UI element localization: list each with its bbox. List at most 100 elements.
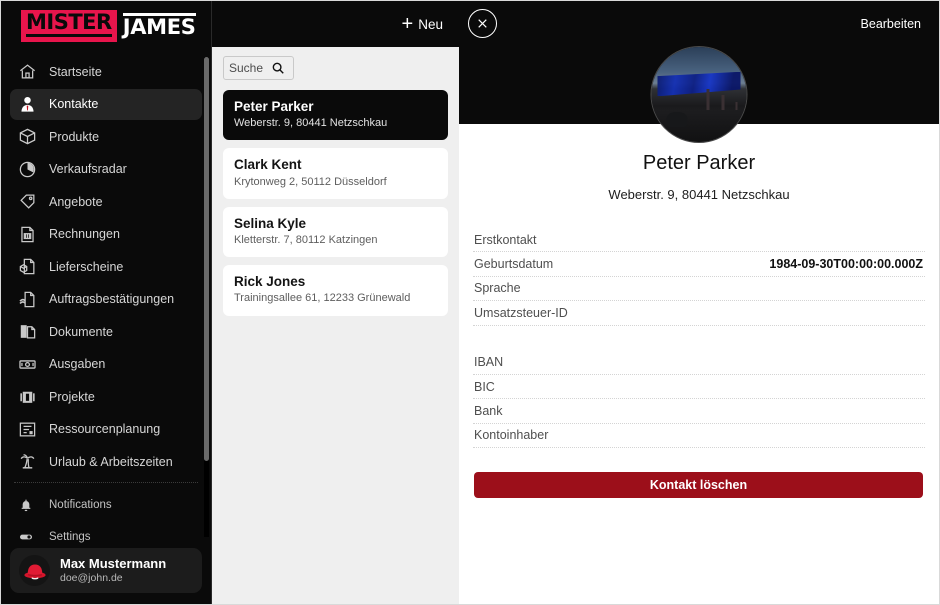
sidebar-item-verkaufsradar[interactable]: Verkaufsradar — [10, 154, 202, 185]
delete-contact-button[interactable]: Kontakt löschen — [474, 472, 923, 499]
bell-icon — [18, 495, 42, 515]
logo-word-mister: MISTER — [26, 10, 112, 34]
field-label: Erstkontakt — [474, 232, 537, 247]
list-item[interactable]: Rick Jones Trainingsallee 61, 12233 Grün… — [223, 265, 448, 316]
sidebar-item-projekte[interactable]: Projekte — [10, 381, 202, 412]
contact-name: Selina Kyle — [234, 215, 307, 231]
logo-underbar — [26, 34, 112, 37]
search-box[interactable] — [223, 56, 294, 80]
contact-address: Weberstr. 9, 80441 Netzschkau — [234, 117, 388, 130]
contact-name: Clark Kent — [234, 157, 302, 173]
list-item[interactable]: Selina Kyle Kletterstr. 7, 80112 Katzing… — [223, 206, 448, 258]
invoice-icon — [18, 224, 42, 244]
sidebar: MISTER JAMES Startseite Kontakte Produkt… — [1, 1, 212, 604]
briefcase-icon — [18, 387, 42, 407]
search-input[interactable] — [229, 61, 271, 75]
sidebar-item-label: Auftragsbestätigungen — [49, 292, 175, 306]
sidebar-item-startseite[interactable]: Startseite — [10, 56, 202, 87]
detail-content: Peter Parker Weberstr. 9, 80441 Netzschk… — [459, 46, 939, 604]
palm-tree-icon — [18, 452, 42, 472]
contact-person-icon — [18, 94, 42, 114]
contact-name: Peter Parker — [234, 99, 314, 114]
sidebar-item-lieferscheine[interactable]: Lieferscheine — [10, 251, 202, 282]
pie-chart-icon — [18, 159, 42, 179]
banknote-icon — [18, 354, 42, 374]
contact-detail-panel: Bearbeiten Peter Parker Weberstr. 9, 804… — [459, 1, 939, 604]
new-contact-button[interactable]: + Neu — [396, 13, 449, 36]
avatar — [19, 555, 50, 586]
sidebar-item-ressourcenplanung[interactable]: Ressourcenplanung — [10, 414, 202, 445]
sidebar-item-label: Angebote — [49, 194, 103, 209]
detail-fields-group-general: Erstkontakt Geburtsdatum 1984-09-30T00:0… — [473, 228, 925, 326]
sidebar-item-dokumente[interactable]: Dokumente — [10, 316, 202, 347]
new-contact-label: Neu — [418, 16, 443, 32]
sidebar-item-label: Settings — [49, 530, 91, 543]
documents-icon — [18, 322, 42, 342]
home-icon — [18, 62, 42, 82]
detail-fields-group-bank: IBAN BIC Bank Kontoinhaber — [473, 351, 925, 449]
sidebar-item-label: Notifications — [49, 499, 112, 511]
resource-plan-icon — [18, 419, 42, 439]
field-label: Geburtsdatum — [474, 257, 554, 272]
field-row-geburtsdatum[interactable]: Geburtsdatum 1984-09-30T00:00:00.000Z — [473, 252, 925, 277]
plus-icon: + — [401, 13, 414, 35]
field-row-umsatzsteuer-id[interactable]: Umsatzsteuer-ID — [473, 301, 925, 326]
contacts-list-panel: + Neu Peter Parker Weberstr. 9, 80441 Ne… — [212, 1, 459, 604]
list-toolbar: + Neu — [212, 1, 459, 47]
contacts-list-body: Peter Parker Weberstr. 9, 80441 Netzschk… — [212, 47, 459, 604]
user-profile-card[interactable]: Max Mustermann doe@john.de — [10, 548, 202, 593]
field-label: IBAN — [474, 355, 504, 370]
field-row-erstkontakt[interactable]: Erstkontakt — [473, 228, 925, 253]
logo-word-james: JAMES — [122, 15, 196, 39]
sidebar-item-label: Ressourcenplanung — [49, 422, 161, 436]
sidebar-item-label: Kontakte — [49, 97, 99, 111]
contact-name: Rick Jones — [234, 274, 306, 290]
sidebar-divider — [14, 482, 198, 483]
field-label: Umsatzsteuer-ID — [474, 305, 568, 320]
field-row-bank[interactable]: Bank — [473, 399, 925, 424]
edit-button[interactable]: Bearbeiten — [861, 17, 921, 31]
sidebar-scrollbar-thumb[interactable] — [204, 57, 209, 461]
contact-address: Krytonweg 2, 50112 Düsseldorf — [234, 175, 387, 188]
app-window: MISTER JAMES Startseite Kontakte Produkt… — [0, 0, 940, 605]
contact-address: Trainingsallee 61, 12233 Grünewald — [234, 292, 411, 305]
delivery-note-icon — [18, 257, 42, 277]
sidebar-item-label: Verkaufsradar — [49, 162, 127, 176]
contact-detail-name: Peter Parker — [642, 152, 756, 174]
sidebar-nav: Startseite Kontakte Produkte Verkaufsrad… — [1, 49, 211, 544]
toggle-icon — [18, 527, 42, 545]
contact-address: Kletterstr. 7, 80112 Katzingen — [234, 233, 378, 246]
tag-icon — [18, 192, 42, 212]
order-confirmation-icon — [18, 289, 42, 309]
field-label: BIC — [474, 379, 495, 394]
field-row-kontoinhaber[interactable]: Kontoinhaber — [473, 424, 925, 449]
sidebar-item-auftragsbestaetigungen[interactable]: Auftragsbestätigungen — [10, 284, 202, 315]
sidebar-item-label: Rechnungen — [49, 227, 120, 241]
sidebar-item-label: Dokumente — [49, 324, 113, 339]
sidebar-item-label: Projekte — [49, 389, 95, 404]
sidebar-item-kontakte[interactable]: Kontakte — [10, 88, 202, 120]
list-item[interactable]: Peter Parker Weberstr. 9, 80441 Netzschk… — [223, 90, 448, 141]
sidebar-item-label: Produkte — [49, 129, 100, 144]
close-icon[interactable] — [468, 9, 497, 38]
contact-photo — [650, 46, 748, 143]
contact-detail-address: Weberstr. 9, 80441 Netzschkau — [608, 187, 790, 202]
field-row-bic[interactable]: BIC — [473, 375, 925, 400]
search-icon[interactable] — [271, 61, 285, 75]
field-row-iban[interactable]: IBAN — [473, 351, 925, 375]
app-logo[interactable]: MISTER JAMES — [1, 1, 211, 49]
user-email: doe@john.de — [60, 571, 123, 584]
logo-mister-block: MISTER — [21, 10, 117, 42]
sidebar-item-notifications[interactable]: Notifications — [10, 490, 202, 520]
list-item[interactable]: Clark Kent Krytonweg 2, 50112 Düsseldorf — [223, 148, 448, 199]
sidebar-item-ausgaben[interactable]: Ausgaben — [10, 349, 202, 380]
sidebar-item-rechnungen[interactable]: Rechnungen — [10, 219, 202, 250]
field-row-sprache[interactable]: Sprache — [473, 277, 925, 302]
logo-james-block: JAMES — [117, 10, 198, 42]
sidebar-item-settings[interactable]: Settings — [10, 522, 202, 545]
sidebar-item-label: Startseite — [49, 64, 102, 79]
field-value: 1984-09-30T00:00:00.000Z — [769, 257, 923, 272]
sidebar-item-produkte[interactable]: Produkte — [10, 121, 202, 152]
sidebar-item-angebote[interactable]: Angebote — [10, 186, 202, 217]
sidebar-item-urlaub-arbeitszeiten[interactable]: Urlaub & Arbeitszeiten — [10, 446, 202, 477]
